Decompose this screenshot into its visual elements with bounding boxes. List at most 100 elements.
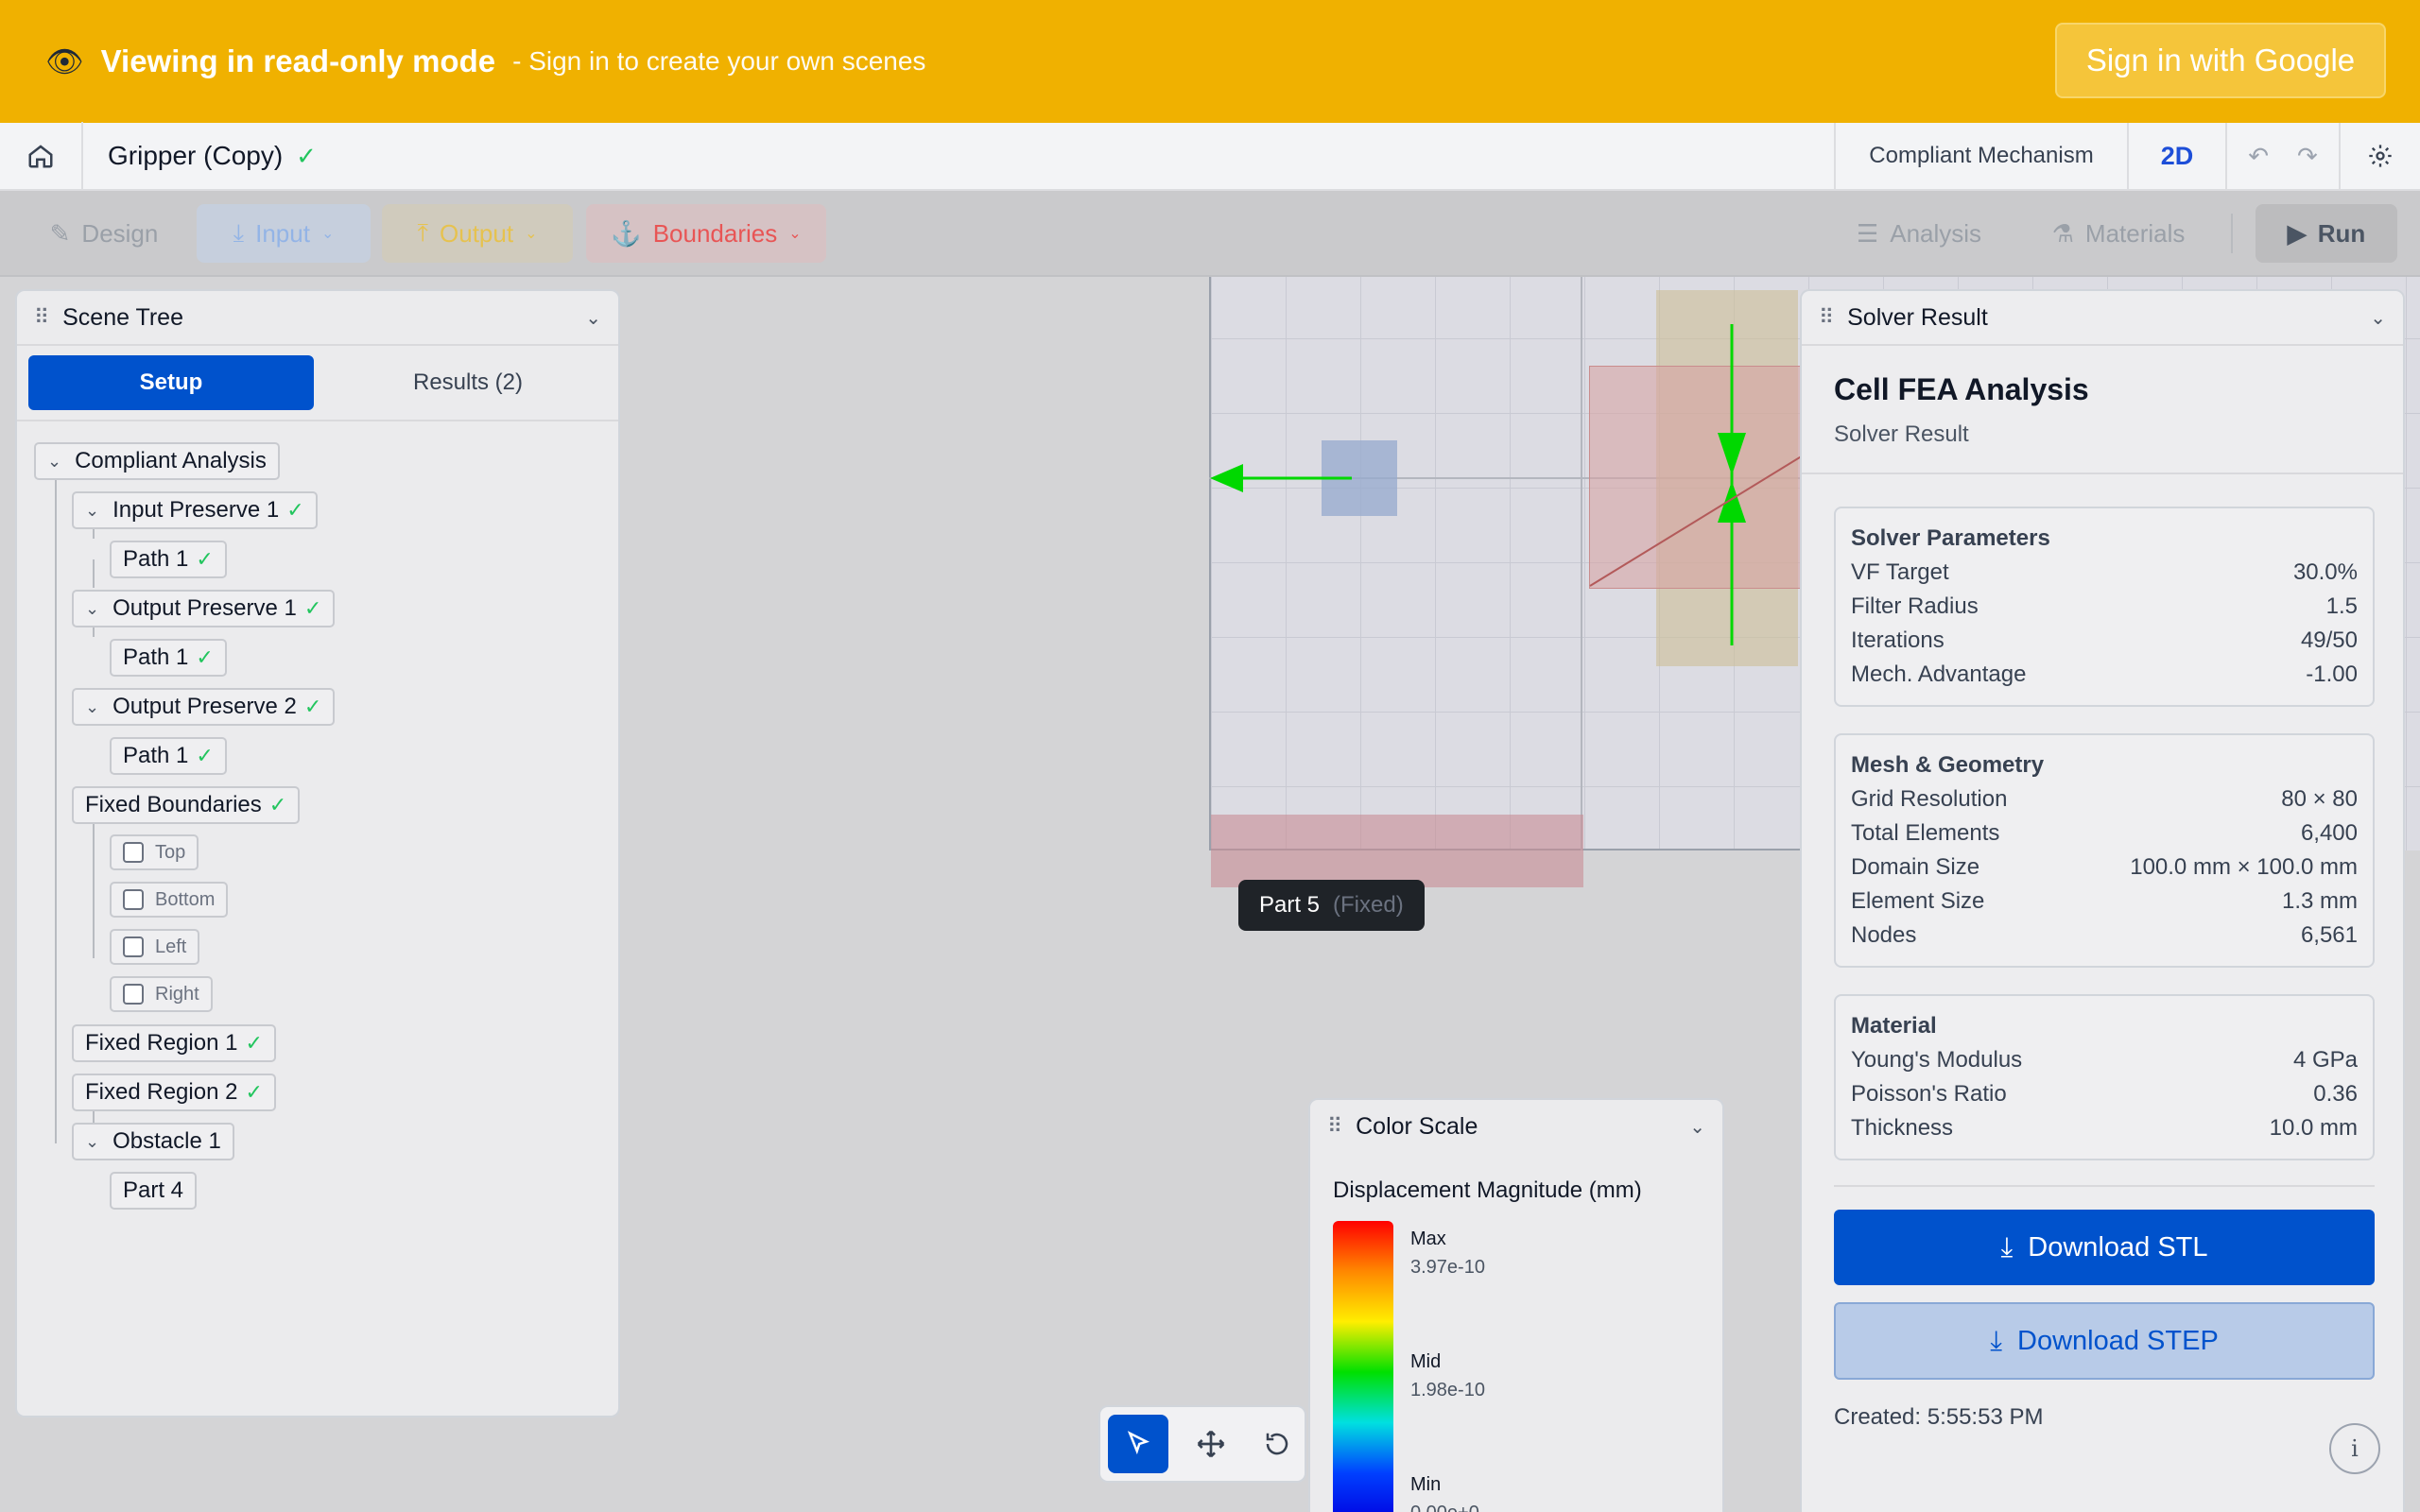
sign-in-google-button[interactable]: Sign in with Google	[2055, 23, 2386, 98]
checkbox[interactable]	[123, 936, 144, 957]
tree-node-path[interactable]: Path 1 ✓	[110, 541, 227, 578]
checkbox-label: Left	[155, 936, 187, 957]
node-label: Output Preserve 2	[112, 694, 297, 719]
rotate-tool[interactable]	[1248, 1415, 1306, 1473]
chevron-down-icon[interactable]: ⌄	[2370, 306, 2386, 330]
created-timestamp: Created: 5:55:53 PM	[1834, 1404, 2044, 1430]
home-button[interactable]	[0, 122, 83, 190]
banner-subtitle: - Sign in to create your own scenes	[512, 46, 926, 76]
tree-node-part-4[interactable]: Part 4	[110, 1172, 198, 1210]
color-scale-header[interactable]: ⠿ Color Scale ⌄	[1310, 1100, 1722, 1153]
chevron-down-icon[interactable]: ⌄	[585, 306, 601, 330]
tree-node-fixed-boundaries[interactable]: Fixed Boundaries ✓	[72, 786, 301, 824]
chevron-down-icon[interactable]: ⌄	[85, 599, 99, 619]
mesh-value: 1.3 mm	[2281, 888, 2358, 914]
tree-node-output-preserve-1[interactable]: ⌄ Output Preserve 1 ✓	[72, 590, 336, 627]
material-label: Young's Modulus	[1851, 1047, 2023, 1073]
drag-dots-icon[interactable]: ⠿	[1327, 1114, 1342, 1139]
analysis-button[interactable]: ☰ Analysis	[1843, 204, 1995, 263]
mesh-row: Nodes 6,561	[1851, 919, 2358, 953]
node-label: Fixed Region 1	[85, 1030, 238, 1056]
tree-node-path[interactable]: Path 1 ✓	[110, 737, 227, 775]
pointer-icon	[1127, 1431, 1150, 1455]
design-button[interactable]: ✎ Design	[38, 204, 170, 263]
mode-label[interactable]: Compliant Mechanism	[1834, 123, 2127, 189]
checkbox[interactable]	[123, 842, 144, 863]
tab-setup[interactable]: Setup	[28, 355, 314, 410]
params-heading: Solver Parameters	[1851, 525, 2050, 551]
boundaries-dropdown[interactable]: ⚓ Boundaries ⌄	[586, 204, 826, 263]
param-label: Iterations	[1851, 627, 1945, 653]
fixed-part-5[interactable]	[1211, 815, 1583, 887]
select-tool[interactable]	[1108, 1415, 1168, 1473]
param-label: Mech. Advantage	[1851, 662, 2027, 687]
check-icon: ✓	[286, 498, 304, 522]
part-tooltip: Part 5 (Fixed)	[1238, 880, 1425, 931]
tree-node-path[interactable]: Path 1 ✓	[110, 639, 227, 677]
check-icon: ✓	[303, 695, 322, 718]
settings-button[interactable]	[2339, 123, 2420, 189]
solver-result-header[interactable]: ⠿ Solver Result ⌄	[1802, 291, 2403, 346]
scene-tree-panel: ⠿ Scene Tree ⌄ Setup Results (2) ⌄ Compl…	[15, 289, 620, 1418]
input-arrowhead	[1210, 464, 1243, 492]
material-value: 10.0 mm	[2269, 1115, 2358, 1141]
mesh-value: 80 × 80	[2281, 786, 2358, 812]
check-icon: ✓	[268, 793, 287, 816]
tree-node-obstacle-1[interactable]: ⌄ Obstacle 1	[72, 1123, 234, 1160]
undo-icon[interactable]: ↶	[2248, 142, 2269, 171]
node-label: Part 4	[123, 1177, 184, 1203]
force-arrows	[1210, 324, 1824, 645]
checkbox-label: Top	[155, 841, 186, 863]
chevron-down-icon[interactable]: ⌄	[85, 1132, 99, 1152]
run-button[interactable]: ▶ Run	[2256, 204, 2397, 263]
chevron-down-icon[interactable]: ⌄	[85, 501, 99, 521]
download-stl-button[interactable]: ⤓ Download STL	[1834, 1210, 2375, 1285]
checkbox-left[interactable]: Left	[110, 929, 200, 965]
download-icon: ⤓	[2000, 1231, 2014, 1263]
drag-dots-icon[interactable]: ⠿	[1819, 305, 1834, 330]
redo-icon[interactable]: ↷	[2297, 142, 2318, 171]
materials-button[interactable]: ⚗ Materials	[2038, 204, 2199, 263]
chevron-down-icon[interactable]: ⌄	[85, 697, 99, 717]
output-dropdown[interactable]: ⤒ Output ⌄	[382, 204, 573, 263]
top-bar: Gripper (Copy) ✓ Compliant Mechanism 2D …	[0, 122, 2420, 191]
mesh-label: Element Size	[1851, 888, 1985, 914]
scene-tree-header[interactable]: ⠿ Scene Tree ⌄	[17, 291, 618, 346]
tree-node-compliant-analysis[interactable]: ⌄ Compliant Analysis	[34, 442, 280, 480]
chevron-down-icon[interactable]: ⌄	[47, 452, 61, 472]
input-label: Input	[255, 218, 310, 248]
check-icon: ✓	[245, 1080, 263, 1104]
tree-node-input-preserve-1[interactable]: ⌄ Input Preserve 1 ✓	[72, 491, 318, 529]
material-row: Thickness 10.0 mm	[1851, 1111, 2358, 1145]
input-dropdown[interactable]: ⤓ Input ⌄	[197, 204, 371, 263]
analysis-label: Analysis	[1890, 218, 1982, 248]
node-label: Path 1	[123, 644, 189, 670]
tree-node-output-preserve-2[interactable]: ⌄ Output Preserve 2 ✓	[72, 688, 336, 726]
checkbox[interactable]	[123, 984, 144, 1005]
output-arrowhead-down	[1718, 433, 1746, 475]
project-title[interactable]: Gripper (Copy)	[108, 141, 283, 171]
check-icon: ✓	[196, 547, 214, 571]
download-step-button[interactable]: ⤓ Download STEP	[1834, 1302, 2375, 1380]
checkbox-label: Right	[155, 983, 199, 1005]
move-tool[interactable]	[1182, 1415, 1240, 1473]
param-row: Filter Radius 1.5	[1851, 590, 2358, 624]
checkbox-right[interactable]: Right	[110, 976, 213, 1012]
tree-node-fixed-region-1[interactable]: Fixed Region 1 ✓	[72, 1024, 276, 1062]
param-value: 1.5	[2325, 593, 2358, 619]
check-icon: ✓	[303, 596, 322, 620]
drag-dots-icon[interactable]: ⠿	[34, 305, 49, 330]
node-label: Obstacle 1	[112, 1128, 221, 1154]
info-icon[interactable]: i	[2329, 1423, 2380, 1474]
tree-node-fixed-region-2[interactable]: Fixed Region 2 ✓	[72, 1074, 276, 1111]
chevron-down-icon[interactable]: ⌄	[1689, 1115, 1705, 1139]
mesh-label: Domain Size	[1851, 854, 1980, 880]
tab-results[interactable]: Results (2)	[325, 355, 611, 410]
checkbox-top[interactable]: Top	[110, 834, 199, 870]
eye-icon: 👁	[45, 44, 84, 78]
dimension-toggle[interactable]: 2D	[2127, 123, 2225, 189]
checkbox[interactable]	[123, 889, 144, 910]
param-value: 30.0%	[2292, 559, 2358, 585]
checkbox-bottom[interactable]: Bottom	[110, 882, 229, 918]
download-step-label: Download STEP	[2017, 1325, 2219, 1356]
